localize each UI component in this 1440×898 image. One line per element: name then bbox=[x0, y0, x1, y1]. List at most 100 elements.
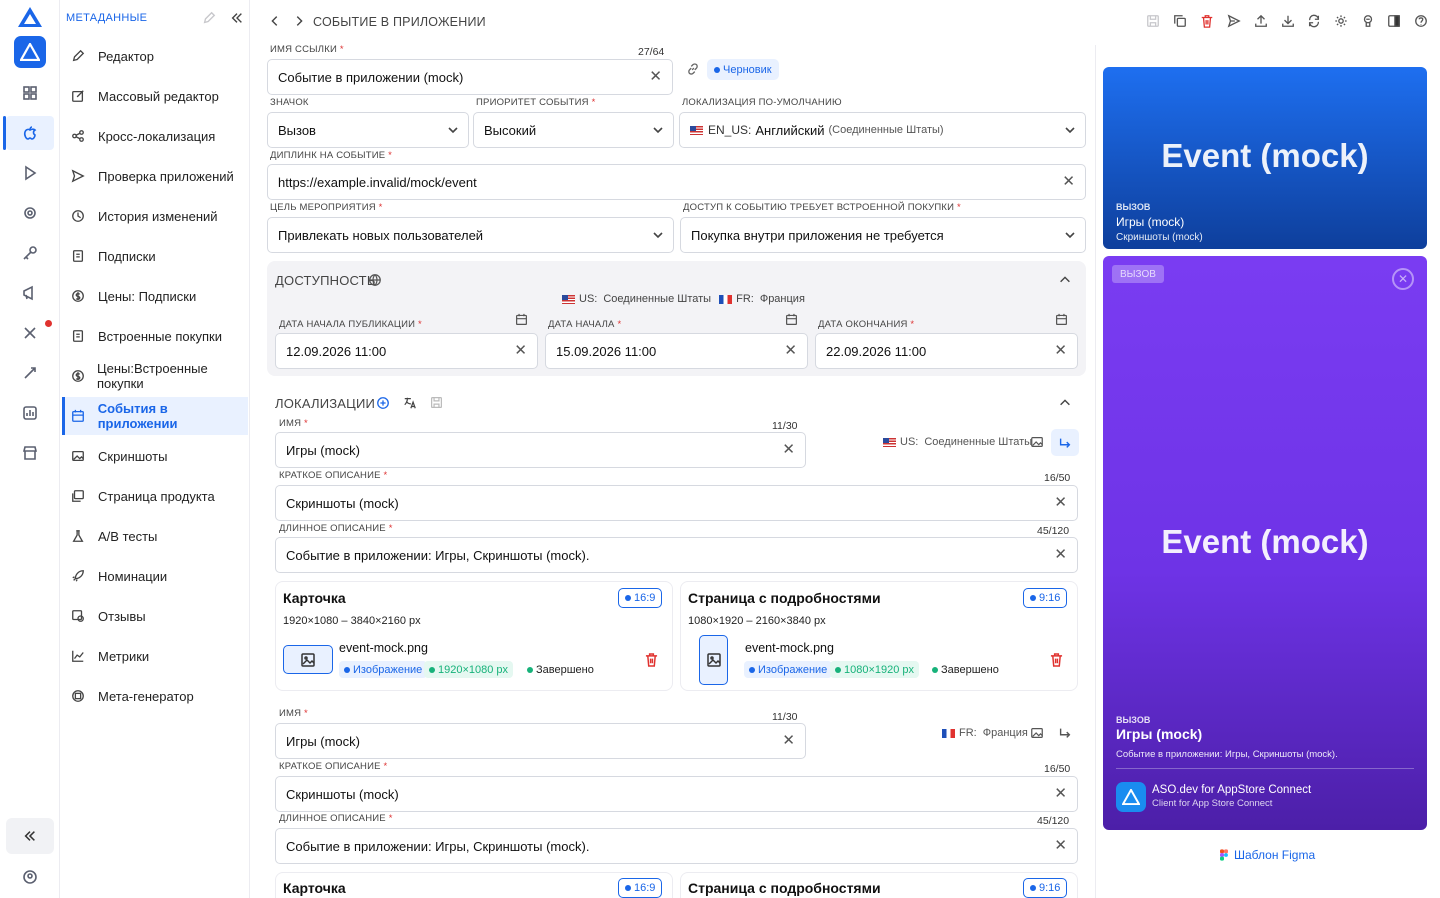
sidebar-item-screenshots[interactable]: Скриншоты bbox=[62, 437, 248, 475]
apps-icon[interactable] bbox=[18, 81, 42, 105]
calendar-icon[interactable] bbox=[785, 313, 798, 331]
clear-icon[interactable]: ✕ bbox=[1054, 343, 1067, 359]
sidebar-item-history[interactable]: История изменений bbox=[62, 197, 248, 235]
loc-long-input[interactable]: Событие в приложении: Игры, Скриншоты (m… bbox=[275, 537, 1078, 573]
globe-icon[interactable] bbox=[368, 273, 382, 292]
start-date-input[interactable]: 15.09.2026 11:00 ✕ bbox=[545, 333, 808, 369]
apply-localization-button[interactable] bbox=[1058, 726, 1072, 745]
forward-arrow-icon[interactable] bbox=[292, 14, 306, 33]
detail-thumbnail[interactable] bbox=[699, 635, 728, 685]
deeplink-input[interactable]: https://example.invalid/mock/event ✕ bbox=[267, 164, 1086, 200]
tools-icon[interactable] bbox=[18, 321, 42, 345]
collapse-localizations-icon[interactable] bbox=[1058, 396, 1072, 415]
save-localizations-icon[interactable] bbox=[430, 396, 443, 414]
sidebar-item-cross-localization[interactable]: Кросс-локализация bbox=[62, 117, 248, 155]
purchase-required-select[interactable]: Покупка внутри приложения не требуется bbox=[680, 217, 1086, 253]
megaphone-icon[interactable] bbox=[18, 281, 42, 305]
loc-short-input[interactable]: Скриншоты (mock) ✕ bbox=[275, 776, 1078, 812]
sidebar-item-in-app-purchases[interactable]: Встроенные покупки bbox=[62, 317, 248, 355]
card-thumbnail[interactable] bbox=[283, 645, 333, 674]
preview-panel: Event (mock) ВЫЗОВ Игры (mock) Скриншоты… bbox=[1095, 0, 1440, 898]
delete-detail-icon[interactable] bbox=[1050, 653, 1063, 672]
sidebar-item-app-review[interactable]: Проверка приложений bbox=[62, 157, 248, 195]
key-icon[interactable] bbox=[18, 241, 42, 265]
locale-name: Английский bbox=[755, 122, 825, 138]
logo-icon[interactable] bbox=[16, 5, 44, 29]
link-name-input[interactable]: Событие в приложении (mock) ✕ bbox=[267, 59, 673, 95]
loc-short-value: Скриншоты (mock) bbox=[286, 786, 399, 802]
clear-icon[interactable]: ✕ bbox=[1062, 174, 1075, 190]
loc-country: US: Соединенные Штаты bbox=[883, 436, 1032, 448]
loc-name-input[interactable]: Игры (mock) ✕ bbox=[275, 432, 806, 468]
app-icon[interactable] bbox=[14, 36, 46, 68]
clear-icon[interactable]: ✕ bbox=[514, 343, 527, 359]
collapse-rail-button[interactable] bbox=[6, 818, 54, 854]
calendar-icon[interactable] bbox=[1055, 313, 1068, 331]
add-localization-icon[interactable] bbox=[376, 396, 390, 415]
target-icon[interactable] bbox=[18, 201, 42, 225]
sidebar-item-iap-prices[interactable]: Цены:Встроенные покупки bbox=[62, 357, 248, 395]
sidebar-item-ab-tests[interactable]: A/B тесты bbox=[62, 517, 248, 555]
sidebar-item-label: Мета-генератор bbox=[98, 688, 194, 704]
collapse-availability-icon[interactable] bbox=[1058, 273, 1072, 292]
sidebar-item-product-page[interactable]: Страница продукта bbox=[62, 477, 248, 515]
pencil-icon bbox=[70, 48, 86, 64]
preview-image-icon[interactable] bbox=[1030, 435, 1044, 454]
collapse-sidebar-icon[interactable] bbox=[230, 11, 244, 30]
calendar-icon[interactable] bbox=[515, 313, 528, 331]
history-icon bbox=[70, 208, 86, 224]
apply-localization-button[interactable] bbox=[1051, 429, 1079, 456]
default-locale-label: ЛОКАЛИЗАЦИЯ ПО-УМОЛЧАНИЮ bbox=[682, 97, 842, 108]
detail-size-tag: 1080×1920 px bbox=[830, 661, 920, 678]
doc-icon bbox=[70, 248, 86, 264]
sidebar-item-in-app-events[interactable]: События в приложении bbox=[62, 397, 248, 435]
delete-card-icon[interactable] bbox=[645, 653, 658, 672]
priority-value: Высокий bbox=[484, 122, 537, 138]
publish-date-input[interactable]: 12.09.2026 11:00 ✕ bbox=[275, 333, 538, 369]
xcode-icon[interactable] bbox=[18, 361, 42, 385]
clear-icon[interactable]: ✕ bbox=[782, 442, 795, 458]
sidebar-item-nominations[interactable]: Номинации bbox=[62, 557, 248, 595]
sidebar-item-subscription-prices[interactable]: Цены: Подписки bbox=[62, 277, 248, 315]
preview-detail-chip: ВЫЗОВ bbox=[1112, 265, 1164, 283]
clear-icon[interactable]: ✕ bbox=[649, 69, 662, 85]
sidebar-item-metrics[interactable]: Метрики bbox=[62, 637, 248, 675]
priority-select[interactable]: Высокий bbox=[473, 112, 674, 148]
edit-pencil-icon[interactable] bbox=[202, 11, 216, 30]
analytics-icon[interactable] bbox=[18, 401, 42, 425]
sidebar-item-bulk-editor[interactable]: Массовый редактор bbox=[62, 77, 248, 115]
link-name-value: Событие в приложении (mock) bbox=[278, 69, 464, 85]
default-locale-select[interactable]: EN_US: Английский (Соединенные Штаты) bbox=[679, 112, 1086, 148]
link-name-counter: 27/64 bbox=[638, 46, 665, 58]
sidebar-header: МЕТАДАННЫЕ bbox=[66, 12, 148, 24]
store-icon[interactable] bbox=[18, 441, 42, 465]
clear-icon[interactable]: ✕ bbox=[1054, 547, 1067, 563]
sidebar-item-meta-generator[interactable]: Мета-генератор bbox=[62, 677, 248, 715]
goal-label: ЦЕЛЬ МЕРОПРИЯТИЯ * bbox=[270, 202, 383, 213]
clear-icon[interactable]: ✕ bbox=[1054, 495, 1067, 511]
badge-select[interactable]: Вызов bbox=[267, 112, 469, 148]
end-date-input[interactable]: 22.09.2026 11:00 ✕ bbox=[815, 333, 1078, 369]
apple-icon[interactable] bbox=[18, 121, 42, 145]
clear-icon[interactable]: ✕ bbox=[784, 343, 797, 359]
account-icon[interactable] bbox=[18, 865, 42, 889]
cube-icon bbox=[70, 688, 86, 704]
sidebar-item-reviews[interactable]: Отзывы bbox=[62, 597, 248, 635]
translate-icon[interactable] bbox=[403, 396, 417, 415]
loc-name-input[interactable]: Игры (mock) ✕ bbox=[275, 723, 806, 759]
sidebar-item-label: Кросс-локализация bbox=[98, 128, 216, 144]
back-arrow-icon[interactable] bbox=[268, 14, 282, 33]
loc-short-input[interactable]: Скриншоты (mock) ✕ bbox=[275, 485, 1078, 521]
close-icon[interactable]: ✕ bbox=[1392, 268, 1414, 290]
sidebar-item-subscriptions[interactable]: Подписки bbox=[62, 237, 248, 275]
loc-long-input[interactable]: Событие в приложении: Игры, Скриншоты (m… bbox=[275, 828, 1078, 864]
preview-image-icon[interactable] bbox=[1030, 726, 1044, 745]
play-icon[interactable] bbox=[18, 161, 42, 185]
figma-template-link[interactable]: Шаблон Figma bbox=[1220, 848, 1315, 862]
clear-icon[interactable]: ✕ bbox=[1054, 838, 1067, 854]
goal-select[interactable]: Привлекать новых пользователей bbox=[267, 217, 674, 253]
clear-icon[interactable]: ✕ bbox=[1054, 786, 1067, 802]
link-icon[interactable] bbox=[686, 62, 700, 81]
clear-icon[interactable]: ✕ bbox=[782, 733, 795, 749]
sidebar-item-editor[interactable]: Редактор bbox=[62, 37, 248, 75]
